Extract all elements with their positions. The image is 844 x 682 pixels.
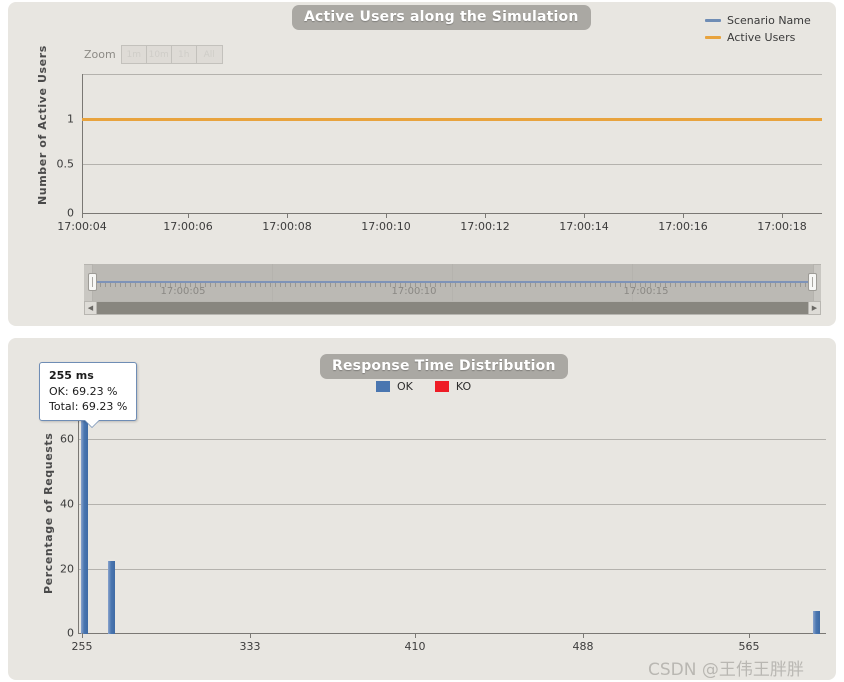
y-axis-line [78,400,79,634]
navigator-x-tick-label: 17:00:05 [160,286,206,297]
legend-item-ok[interactable]: OK [376,380,413,393]
x-axis-line [82,213,822,214]
legend-label: Active Users [727,31,796,44]
y-tick-label: 0 [67,206,74,220]
y-tick-label: 0.5 [56,157,75,171]
gridline [78,504,826,505]
scrollbar-left-button[interactable]: ◀ [85,302,97,314]
x-tick-mark [583,633,584,638]
tooltip-total-value: Total: 69.23 % [49,400,128,413]
navigator-x-tick-label: 17:00:15 [623,286,669,297]
active-users-chart-title: Active Users along the Simulation [292,5,591,30]
chart-navigator[interactable]: 17:00:05 17:00:10 17:00:15 [84,264,821,302]
x-tick-label: 410 [404,640,426,653]
x-tick-mark [287,213,288,218]
tooltip-ok-value: OK: 69.23 % [49,385,118,398]
tooltip-caret-icon [85,420,99,427]
legend-label: KO [455,380,472,393]
legend-line-icon [705,19,721,22]
chevron-left-icon: ◀ [87,303,94,312]
navigator-x-tick-label: 17:00:10 [391,286,437,297]
bar-ok-268ms[interactable] [108,559,115,634]
y-tick-label: 40 [60,497,74,511]
legend-line-icon [705,36,721,39]
zoom-button-1h[interactable]: 1h [171,46,197,63]
x-tick-label: 17:00:04 [57,220,107,233]
x-tick-label: 17:00:06 [163,220,213,233]
x-tick-mark [250,633,251,638]
chevron-right-icon: ▶ [811,303,818,312]
x-tick-label: 17:00:18 [757,220,807,233]
x-tick-label: 17:00:16 [658,220,708,233]
x-tick-mark [485,213,486,218]
x-tick-mark [782,213,783,218]
active-users-legend: Scenario Name Active Users [705,12,811,46]
x-tick-mark [415,633,416,638]
zoom-button-10m[interactable]: 10m [146,46,172,63]
legend-label: Scenario Name [727,14,811,27]
x-axis-line [78,633,826,634]
gridline [78,569,826,570]
legend-item-active-users[interactable]: Active Users [705,29,811,46]
x-tick-mark [82,633,83,638]
y-tick-label: 0 [67,626,74,640]
legend-swatch-icon [376,381,390,392]
navigator-handle-left[interactable] [88,273,97,291]
x-tick-mark [82,213,83,218]
x-tick-mark [683,213,684,218]
x-tick-label: 255 [71,640,93,653]
response-time-legend: OK KO [376,380,493,393]
watermark-text: CSDN @王伟王胖胖 [648,660,804,680]
x-tick-label: 17:00:08 [262,220,312,233]
response-time-chart-title: Response Time Distribution [320,354,568,379]
tooltip-header: 255 ms [49,369,94,382]
x-tick-label: 488 [572,640,594,653]
legend-item-ko[interactable]: KO [434,380,472,393]
zoom-button-group: 1m 10m 1h All [120,45,223,64]
x-tick-label: 17:00:14 [559,220,609,233]
gridline [82,74,822,75]
active-users-series-line [82,118,822,121]
x-tick-mark [584,213,585,218]
bar-ok-594ms[interactable] [813,609,820,634]
chart-scrollbar[interactable]: ◀ ▶ [84,301,821,315]
zoom-label: Zoom [84,48,116,61]
x-tick-label: 333 [239,640,261,653]
legend-swatch-icon [434,381,449,392]
scrollbar-thumb[interactable] [97,302,808,314]
legend-label: OK [397,380,413,393]
y-axis-line [82,74,83,214]
x-tick-label: 17:00:12 [460,220,510,233]
legend-item-scenario-name[interactable]: Scenario Name [705,12,811,29]
y-tick-label: 60 [60,432,74,446]
x-tick-mark [749,633,750,638]
response-time-plot-area: 60 40 20 0 255 333 410 488 565 [60,400,826,653]
x-tick-mark [386,213,387,218]
scrollbar-right-button[interactable]: ▶ [808,302,820,314]
zoom-control: Zoom 1m 10m 1h All [84,45,223,64]
y-tick-label: 20 [60,562,74,576]
zoom-button-all[interactable]: All [196,46,222,63]
y-tick-label: 1 [67,112,74,126]
gatling-report-page: Active Users along the Simulation Scenar… [0,0,844,682]
gridline [78,439,826,440]
data-point-tooltip: 255 ms OK: 69.23 % Total: 69.23 % [39,362,138,427]
x-tick-label: 17:00:10 [361,220,411,233]
gridline [82,164,822,165]
x-tick-label: 565 [738,640,760,653]
bar-ok-255ms[interactable] [81,409,88,634]
navigator-handle-right[interactable] [808,273,817,291]
x-tick-mark [188,213,189,218]
active-users-plot-area: 1 0.5 0 17:00:04 17:00:06 17:00:08 17:00… [57,74,822,233]
zoom-button-1m[interactable]: 1m [121,46,147,63]
